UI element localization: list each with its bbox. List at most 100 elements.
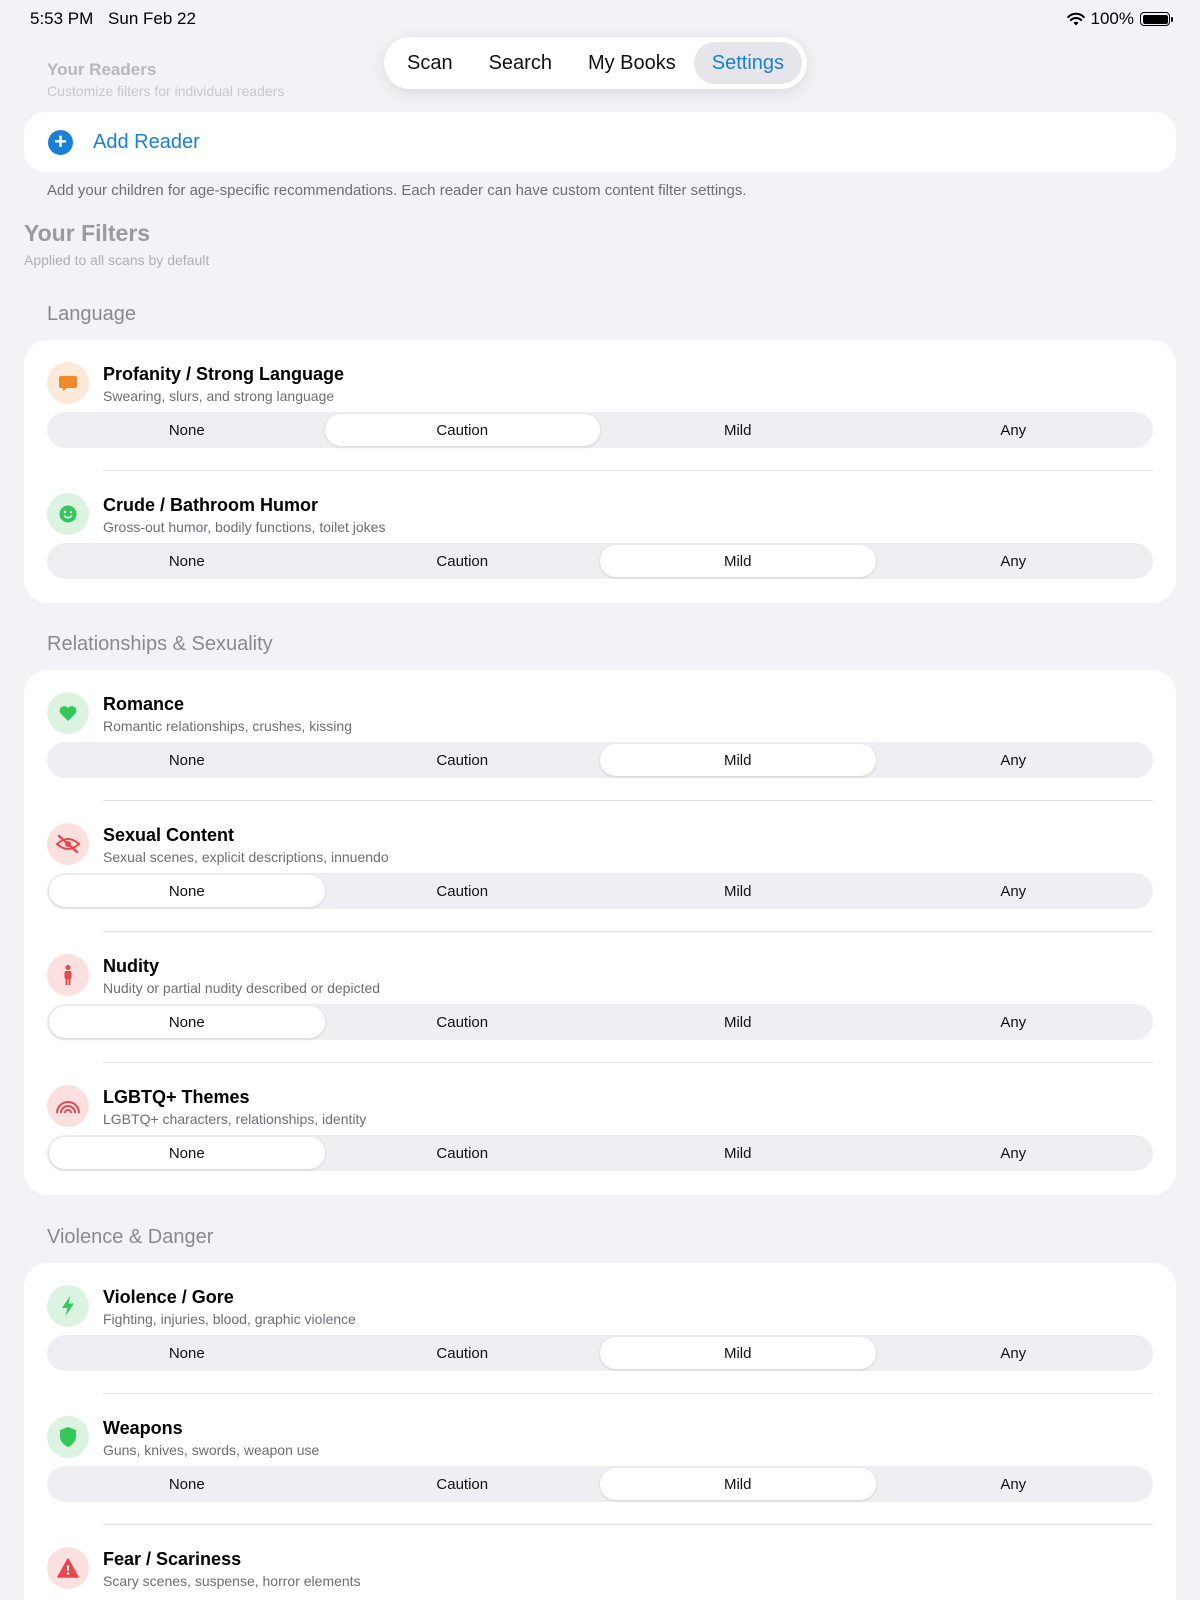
level-option-none[interactable]: None <box>49 1137 325 1169</box>
level-option-caution[interactable]: Caution <box>325 1337 601 1369</box>
filter-row-sexual-content: Sexual Content Sexual scenes, explicit d… <box>24 801 1176 932</box>
readers-footer: Add your children for age-specific recom… <box>47 182 747 199</box>
filter-title: Crude / Bathroom Humor <box>103 495 319 515</box>
filter-row-profanity: Profanity / Strong Language Swearing, sl… <box>24 340 1176 471</box>
level-option-none[interactable]: None <box>49 1006 325 1038</box>
level-option-none[interactable]: None <box>49 744 325 776</box>
level-option-any[interactable]: Any <box>876 1137 1152 1169</box>
filters-subtitle: Applied to all scans by default <box>24 252 210 268</box>
filter-row-violence-gore: Violence / Gore Fighting, injuries, bloo… <box>24 1263 1176 1394</box>
filter-desc: LGBTQ+ characters, relationships, identi… <box>103 1111 367 1127</box>
level-option-mild[interactable]: Mild <box>600 1468 876 1500</box>
level-option-caution[interactable]: Caution <box>325 875 601 907</box>
filter-level-picker[interactable]: None Caution Mild Any <box>47 1466 1153 1502</box>
filter-row-weapons: Weapons Guns, knives, swords, weapon use… <box>24 1394 1176 1525</box>
status-date: Sun Feb 22 <box>108 9 196 28</box>
filter-level-picker[interactable]: None Caution Mild Any <box>47 742 1153 778</box>
filter-desc: Guns, knives, swords, weapon use <box>103 1442 320 1458</box>
filter-row-crude-humor: Crude / Bathroom Humor Gross-out humor, … <box>24 471 1176 602</box>
level-option-caution[interactable]: Caution <box>325 744 601 776</box>
filter-desc: Gross-out humor, bodily functions, toile… <box>103 519 386 535</box>
filter-level-picker[interactable]: None Caution Mild Any <box>47 1004 1153 1040</box>
filter-title: Sexual Content <box>103 825 235 845</box>
filter-row-fear: Fear / Scariness Scary scenes, suspense,… <box>24 1525 1176 1600</box>
level-option-mild[interactable]: Mild <box>600 1337 876 1369</box>
add-reader-label: Add Reader <box>93 130 200 153</box>
level-option-any[interactable]: Any <box>876 744 1152 776</box>
level-option-mild[interactable]: Mild <box>600 744 876 776</box>
filter-desc: Sexual scenes, explicit descriptions, in… <box>103 849 389 865</box>
filter-title: Profanity / Strong Language <box>103 364 345 384</box>
section-header-relationships: Relationships & Sexuality <box>47 633 273 655</box>
battery-icon <box>1140 12 1173 26</box>
level-option-caution[interactable]: Caution <box>325 545 601 577</box>
level-option-any[interactable]: Any <box>876 1468 1152 1500</box>
card-language: Profanity / Strong Language Swearing, sl… <box>24 340 1176 603</box>
tab-scan[interactable]: Scan <box>389 42 471 84</box>
tab-my-books[interactable]: My Books <box>570 42 694 84</box>
level-option-mild[interactable]: Mild <box>600 875 876 907</box>
level-option-any[interactable]: Any <box>876 545 1152 577</box>
filter-desc: Nudity or partial nudity described or de… <box>103 980 381 996</box>
wifi-icon <box>1066 12 1085 26</box>
filter-row-lgbtq: LGBTQ+ Themes LGBTQ+ characters, relatio… <box>24 1063 1176 1194</box>
readers-title: Your Readers <box>47 60 157 79</box>
level-option-mild[interactable]: Mild <box>600 1006 876 1038</box>
shield-icon <box>47 1416 89 1458</box>
level-option-none[interactable]: None <box>49 545 325 577</box>
card-violence: Violence / Gore Fighting, injuries, bloo… <box>24 1263 1176 1600</box>
add-reader-button[interactable]: + Add Reader <box>24 112 1176 172</box>
status-right: 100% <box>1066 9 1173 29</box>
bolt-icon <box>47 1285 89 1327</box>
section-header-language: Language <box>47 303 136 325</box>
level-option-mild[interactable]: Mild <box>600 1137 876 1169</box>
filter-level-picker[interactable]: None Caution Mild Any <box>47 543 1153 579</box>
readers-header: Your Readers Customize filters for indiv… <box>47 60 284 99</box>
filter-title: Violence / Gore <box>103 1287 234 1307</box>
card-relationships: Romance Romantic relationships, crushes,… <box>24 670 1176 1195</box>
filter-title: Nudity <box>103 956 159 976</box>
top-tab-bar: Scan Search My Books Settings <box>384 37 808 89</box>
filter-title: Fear / Scariness <box>103 1549 242 1569</box>
level-option-caution[interactable]: Caution <box>325 1137 601 1169</box>
filter-level-picker[interactable]: None Caution Mild Any <box>47 1135 1153 1171</box>
smiley-icon <box>47 493 89 535</box>
filter-title: Romance <box>103 694 185 714</box>
level-option-any[interactable]: Any <box>876 1337 1152 1369</box>
filter-title: Weapons <box>103 1418 183 1438</box>
level-option-any[interactable]: Any <box>876 414 1152 446</box>
level-option-mild[interactable]: Mild <box>600 545 876 577</box>
status-time: 5:53 PM <box>30 9 94 28</box>
filter-desc: Fighting, injuries, blood, graphic viole… <box>103 1311 356 1327</box>
tab-settings[interactable]: Settings <box>693 42 803 84</box>
filter-desc: Scary scenes, suspense, horror elements <box>103 1573 361 1589</box>
level-option-caution[interactable]: Caution <box>324 414 600 446</box>
filter-level-picker[interactable]: None Caution Mild Any <box>47 1335 1153 1371</box>
speech-bubble-icon <box>47 362 89 404</box>
level-option-mild[interactable]: Mild <box>600 414 876 446</box>
filter-desc: Romantic relationships, crushes, kissing <box>103 718 352 734</box>
level-option-none[interactable]: None <box>49 1468 325 1500</box>
filter-level-picker[interactable]: None Caution Mild Any <box>47 873 1153 909</box>
filters-title: Your Filters <box>24 220 151 246</box>
level-option-none[interactable]: None <box>49 414 325 446</box>
level-option-caution[interactable]: Caution <box>325 1468 601 1500</box>
warning-icon <box>47 1547 89 1589</box>
level-option-any[interactable]: Any <box>876 875 1152 907</box>
heart-icon <box>47 692 89 734</box>
filter-row-romance: Romance Romantic relationships, crushes,… <box>24 670 1176 801</box>
filter-desc: Swearing, slurs, and strong language <box>103 388 335 404</box>
level-option-caution[interactable]: Caution <box>325 1006 601 1038</box>
eye-slash-icon <box>47 823 89 865</box>
rainbow-icon <box>47 1085 89 1127</box>
filter-level-picker[interactable]: None Caution Mild Any <box>47 412 1153 448</box>
tab-search[interactable]: Search <box>471 42 570 84</box>
level-option-none[interactable]: None <box>49 1337 325 1369</box>
plus-circle-icon: + <box>48 129 73 155</box>
person-icon <box>47 954 89 996</box>
filter-title: LGBTQ+ Themes <box>103 1087 250 1107</box>
level-option-none[interactable]: None <box>49 875 325 907</box>
level-option-any[interactable]: Any <box>876 1006 1152 1038</box>
filter-row-nudity: Nudity Nudity or partial nudity describe… <box>24 932 1176 1063</box>
section-header-violence: Violence & Danger <box>47 1226 214 1248</box>
